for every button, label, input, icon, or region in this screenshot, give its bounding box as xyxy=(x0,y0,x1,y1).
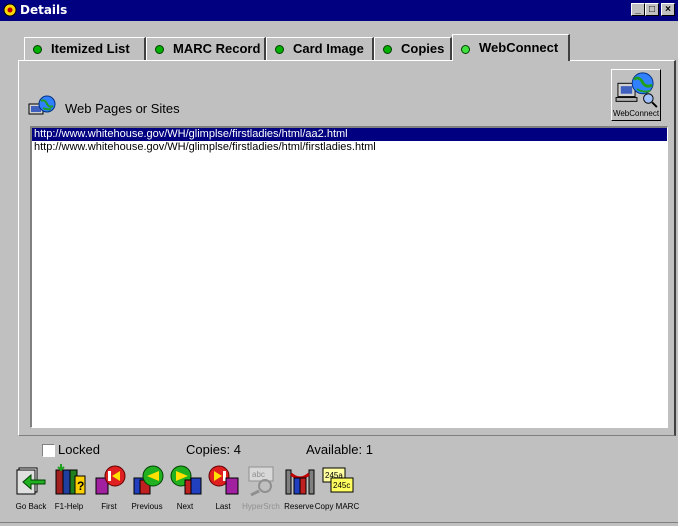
copy-marc-icon: 245a 245c xyxy=(322,467,354,493)
window-title: Details xyxy=(20,3,68,17)
f1-help-button[interactable]: ? F1-Help xyxy=(50,462,88,514)
hypersearch-button[interactable]: abc HyperSrch xyxy=(242,462,280,514)
tab-webconnect[interactable]: WebConnect xyxy=(452,34,570,61)
locked-label: Locked xyxy=(58,442,100,457)
webconnect-icon xyxy=(615,72,658,108)
reserve-button[interactable]: Reserve xyxy=(280,462,318,514)
tab-copies[interactable]: Copies xyxy=(374,37,452,60)
globe-computer-icon xyxy=(28,95,56,115)
webconnect-button[interactable]: WebConnect xyxy=(611,69,661,121)
go-back-icon xyxy=(16,467,46,495)
app-icon xyxy=(3,3,17,17)
tab-card-image[interactable]: Card Image xyxy=(266,37,374,60)
last-icon xyxy=(208,465,239,495)
tab-marc-record[interactable]: MARC Record xyxy=(146,37,266,60)
title-bar: Details _ □ × xyxy=(0,0,678,21)
window-bottom-edge xyxy=(0,522,678,523)
available-count: Available: 1 xyxy=(306,442,373,457)
tab-status-dot xyxy=(383,45,392,54)
tab-status-dot xyxy=(461,45,470,54)
tab-status-dot xyxy=(275,45,284,54)
svg-text:?: ? xyxy=(77,479,84,493)
tab-label: MARC Record xyxy=(173,41,261,56)
minimize-button[interactable]: _ xyxy=(631,3,645,16)
tag-245c: 245c xyxy=(333,481,350,490)
svg-text:abc: abc xyxy=(252,470,265,479)
previous-icon xyxy=(133,465,164,495)
tab-label: Itemized List xyxy=(51,41,130,56)
copy-marc-button[interactable]: 245a 245c Copy MARC xyxy=(315,462,359,514)
first-button[interactable]: First xyxy=(90,462,128,514)
tab-label: WebConnect xyxy=(479,40,559,55)
copy-marc-label: Copy MARC xyxy=(314,502,360,511)
webconnect-button-label: WebConnect xyxy=(612,109,660,118)
url-list-item[interactable]: http://www.whitehouse.gov/WH/glimplse/fi… xyxy=(32,128,667,141)
tab-status-dot xyxy=(155,45,164,54)
go-back-button[interactable]: Go Back xyxy=(12,462,50,514)
help-books-icon: ? xyxy=(55,464,86,495)
first-icon xyxy=(95,465,126,495)
hypersearch-icon: abc xyxy=(248,466,274,496)
tab-itemized-list[interactable]: Itemized List xyxy=(24,37,146,60)
copies-count: Copies: 4 xyxy=(186,442,241,457)
close-button[interactable]: × xyxy=(661,3,675,16)
next-icon xyxy=(170,465,202,495)
locked-checkbox[interactable] xyxy=(42,444,55,457)
web-pages-heading: Web Pages or Sites xyxy=(65,101,180,116)
tag-245a: 245a xyxy=(325,471,343,480)
next-button[interactable]: Next xyxy=(166,462,204,514)
tab-status-dot xyxy=(33,45,42,54)
url-listbox[interactable]: http://www.whitehouse.gov/WH/glimplse/fi… xyxy=(30,126,668,428)
tab-label: Card Image xyxy=(293,41,364,56)
url-list-item[interactable]: http://www.whitehouse.gov/WH/glimplse/fi… xyxy=(32,141,667,154)
last-button[interactable]: Last xyxy=(204,462,242,514)
maximize-button[interactable]: □ xyxy=(645,3,659,16)
tab-label: Copies xyxy=(401,41,445,56)
previous-button[interactable]: Previous xyxy=(128,462,166,514)
reserve-icon xyxy=(285,469,315,495)
